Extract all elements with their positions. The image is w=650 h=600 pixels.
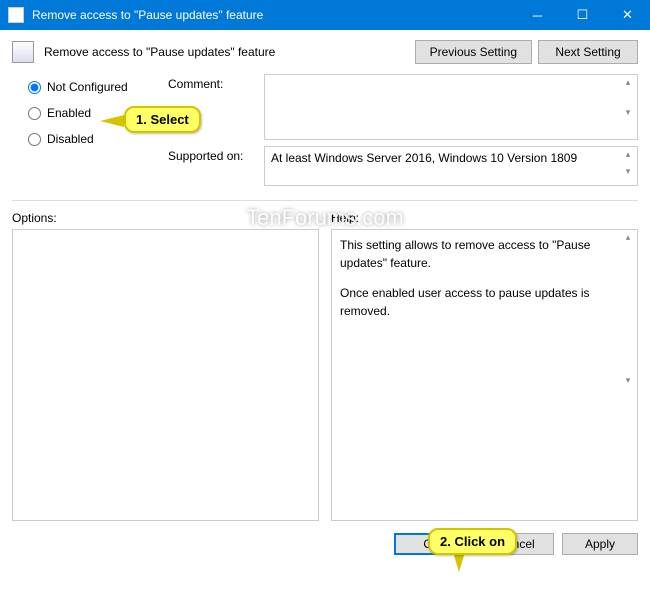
close-button[interactable]: ✕ (605, 0, 650, 30)
radio-not-configured-input[interactable] (28, 81, 41, 94)
title-bar: Remove access to "Pause updates" feature… (0, 0, 650, 30)
help-scroll[interactable]: ▴▾ (621, 232, 635, 518)
divider (12, 200, 638, 201)
annotation-arrow-2 (453, 552, 465, 572)
annotation-select: 1. Select (124, 106, 201, 133)
panel-labels: Options: Help: (0, 211, 650, 229)
options-label: Options: (12, 211, 319, 225)
comment-input[interactable]: ▴▾ (264, 74, 638, 140)
header-row: Remove access to "Pause updates" feature… (0, 30, 650, 74)
minimize-button[interactable]: ─ (515, 0, 560, 30)
radio-enabled-label: Enabled (47, 106, 91, 120)
policy-icon (12, 41, 34, 63)
panels-row: This setting allows to remove access to … (0, 229, 650, 521)
maximize-button[interactable]: ☐ (560, 0, 605, 30)
previous-setting-button[interactable]: Previous Setting (415, 40, 532, 64)
window-controls: ─ ☐ ✕ (515, 0, 650, 30)
supported-value: At least Windows Server 2016, Windows 10… (271, 151, 577, 165)
app-icon (8, 7, 24, 23)
next-setting-button[interactable]: Next Setting (538, 40, 638, 64)
apply-button[interactable]: Apply (562, 533, 638, 555)
radio-disabled[interactable]: Disabled (28, 132, 168, 146)
supported-input: At least Windows Server 2016, Windows 10… (264, 146, 638, 186)
annotation-click: 2. Click on (428, 528, 517, 555)
annotation-arrow-1 (100, 115, 124, 127)
fields-column: Comment: ▴▾ Supported on: At least Windo… (168, 74, 638, 192)
supported-row: Supported on: At least Windows Server 20… (168, 146, 638, 186)
config-section: Not Configured Enabled Disabled Comment:… (0, 74, 650, 192)
comment-label: Comment: (168, 74, 264, 91)
comment-scroll[interactable]: ▴▾ (621, 77, 635, 137)
supported-label: Supported on: (168, 146, 264, 163)
radio-not-configured-label: Not Configured (47, 80, 128, 94)
footer: OK Cancel Apply (0, 521, 650, 567)
radio-not-configured[interactable]: Not Configured (28, 80, 168, 94)
help-label: Help: (331, 211, 638, 225)
policy-title: Remove access to "Pause updates" feature (44, 45, 409, 59)
radio-group: Not Configured Enabled Disabled (28, 74, 168, 192)
window-title: Remove access to "Pause updates" feature (32, 8, 515, 22)
radio-disabled-label: Disabled (47, 132, 94, 146)
supported-scroll[interactable]: ▴▾ (621, 149, 635, 183)
options-panel (12, 229, 319, 521)
comment-row: Comment: ▴▾ (168, 74, 638, 140)
help-panel: This setting allows to remove access to … (331, 229, 638, 521)
radio-enabled-input[interactable] (28, 107, 41, 120)
help-line-1: This setting allows to remove access to … (340, 236, 629, 272)
radio-disabled-input[interactable] (28, 133, 41, 146)
help-line-2: Once enabled user access to pause update… (340, 284, 629, 320)
